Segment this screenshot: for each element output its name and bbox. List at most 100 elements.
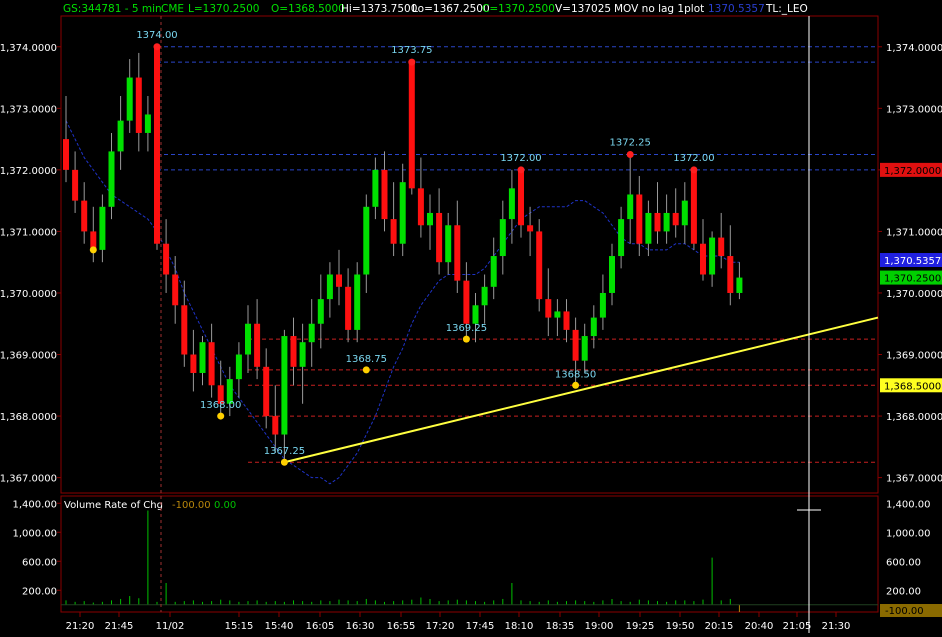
vol-tick-label-left: 600.00 [22,557,57,568]
volume-value-2: 0.00 [214,500,236,511]
candle-body [536,231,543,300]
candle-body [618,219,625,257]
peak-label: 1373.75 [391,45,432,56]
x-tick-label: 19:25 [626,621,655,632]
x-tick-label: 20:40 [745,621,774,632]
x-tick-label: 19:00 [585,621,614,632]
trough-label: 1369.25 [446,323,487,334]
x-tick-label: 18:10 [505,621,534,632]
vol-tick-label-right: 200.00 [886,586,921,597]
candle-body [354,274,361,330]
x-tick-label: 20:15 [705,621,734,632]
x-tick-label: 11/02 [156,621,185,632]
candle-body [245,323,251,355]
y-tick-label-right: 1,367.0000 [886,474,942,485]
vol-tick-label-left: 1,400.00 [12,499,57,510]
candle-body [299,342,306,367]
vol-tick-label-left: 1,000.00 [12,528,57,539]
candle-body [527,225,534,232]
candle-body [254,323,261,367]
y-tick-label-right: 1,374.0000 [886,43,942,54]
trough-marker [89,246,97,254]
y-tick-label-right: 1,370.0000 [886,289,942,300]
candle-body [72,169,79,201]
candle-body [99,206,106,250]
candle-body [208,342,215,386]
y-tick-label-right: 1,368.0000 [886,412,942,423]
peak-marker [626,150,634,158]
trough-label: 1368.75 [346,354,387,365]
candle-body [454,225,461,281]
header-bar: GS:344781 - 5 min CME L=1370.2500 O=1368… [63,3,808,15]
y-tick-label-left: 1,371.0000 [0,227,57,238]
candle-body [590,317,597,337]
candle-body [709,237,716,275]
candle-body [290,336,297,367]
candle-body [272,416,279,435]
x-tick-label: 16:55 [387,621,416,632]
peak-label: 1372.00 [500,153,541,164]
y-tick-label-left: 1,374.0000 [0,43,57,54]
peak-label: 1372.00 [673,153,714,164]
x-tick-label: 21:20 [66,621,95,632]
candle-body [363,206,370,275]
peak-marker [517,166,525,174]
candle-body [463,280,470,324]
y-tick-label-left: 1,368.0000 [0,412,57,423]
x-tick-label: 21:30 [822,621,851,632]
header-last: L=1370.2500 [188,3,259,15]
candle-body [163,243,170,275]
x-tick-label: 17:20 [426,621,455,632]
candle-body [681,200,688,226]
x-tick-label: 19:50 [666,621,695,632]
candle-body [135,77,142,133]
candle-body [445,225,452,263]
candle-body [372,169,379,207]
header-close: C=1370.2500 [482,3,555,15]
chart-window: GS:344781 - 5 min CME L=1370.2500 O=1368… [0,0,942,633]
volume-panel-frame [60,495,879,613]
candle-body [317,299,324,324]
candles-layer [63,46,743,463]
trough-label: 1368.00 [200,400,241,411]
y-tick-label-right: 1,369.0000 [886,351,942,362]
price-badge-text: 1,370.2500 [884,274,941,285]
candle-body [645,212,652,244]
peak-marker [690,166,698,174]
price-badge-text: 1,372.0000 [884,166,941,177]
candle-body [381,169,388,220]
trough-marker [462,335,470,343]
x-tick-label: 16:05 [306,621,335,632]
x-tick-label: 18:35 [546,621,575,632]
y-tick-label-right: 1,371.0000 [886,227,942,238]
candle-body [345,286,352,330]
volume-badge-text: -100.00 [885,606,924,617]
candle-body [126,77,133,121]
header-symbol: GS:344781 - 5 min [63,3,162,15]
trough-label: 1368.50 [555,369,596,380]
candle-body [117,120,124,152]
candle-body [563,311,570,330]
volume-panel-title: Volume Rate of Chg [64,500,163,511]
header-high: Hi=1373.7500 [341,3,417,15]
candle-body [108,151,115,207]
candle-body [326,274,333,300]
candle-body [545,299,552,318]
vol-tick-label-right: 600.00 [886,557,921,568]
candle-body [481,286,488,306]
price-badge-text: 1,370.5357 [884,256,941,267]
vol-tick-label-right: 1,400.00 [886,499,931,510]
vol-tick-label-right: 1,000.00 [886,528,931,539]
y-tick-label-left: 1,370.0000 [0,289,57,300]
candle-body [436,212,443,263]
volume-axis[interactable]: 1,400.00 1,400.00 1,000.00 1,000.00 600.00 60… [12,499,930,597]
candle-body [736,277,743,293]
time-axis[interactable]: 21:20 21:45 11/02 15:15 15:40 16:05 16:30 16:55… [66,612,851,632]
candle-body [581,336,588,361]
header-open: O=1368.5000 [271,3,345,15]
volume-bars-layer [61,510,878,612]
candle-body [572,329,579,361]
trough-marker [572,381,580,389]
peak-label: 1372.25 [610,137,651,148]
header-low: Lo=1367.2500 [412,3,490,15]
